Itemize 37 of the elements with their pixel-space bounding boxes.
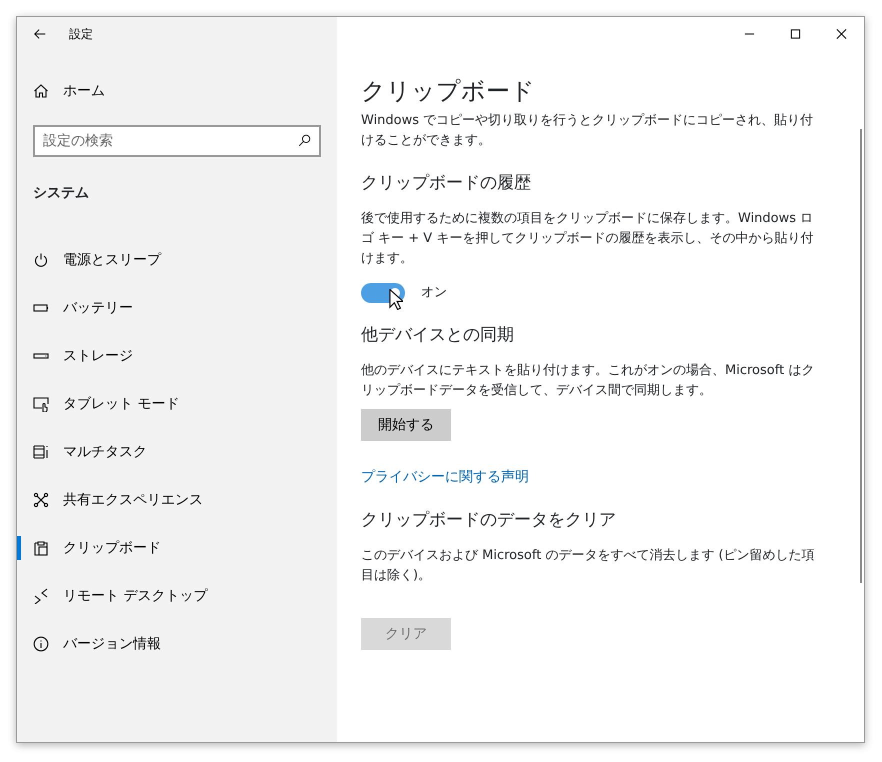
- tablet-icon: [33, 396, 49, 412]
- privacy-link[interactable]: プライバシーに関する声明: [361, 469, 529, 485]
- info-icon: [33, 636, 49, 652]
- toggle-label: オン: [421, 284, 447, 302]
- action-button[interactable]: 開始する: [361, 409, 451, 441]
- close-icon[interactable]: [836, 29, 846, 39]
- power-icon: [33, 252, 49, 268]
- description: 他のデバイスにテキストを貼り付けます。これがオンの場合、Microsoft はクリップボードデータを受信して、デバイス間で同期します。: [361, 362, 816, 400]
- search-icon: [298, 134, 311, 147]
- window-title: 設定: [69, 26, 93, 43]
- sidebar-item[interactable]: 電源とスリープ: [17, 236, 337, 284]
- back-icon[interactable]: [33, 27, 47, 41]
- sidebar-item[interactable]: ストレージ: [17, 332, 337, 380]
- cursor-icon: [389, 289, 403, 310]
- description: Windows でコピーや切り取りを行うとクリップボードにコピーされ、貼り付けることができます。: [361, 112, 814, 150]
- sidebar-item[interactable]: バッテリー: [17, 284, 337, 332]
- section-heading: システム: [33, 184, 90, 203]
- page-title: クリップボード: [361, 81, 536, 101]
- home-link[interactable]: ホーム: [63, 80, 105, 102]
- clipboard-icon: [33, 540, 49, 556]
- remote-icon: [33, 588, 49, 604]
- scrollbar[interactable]: [860, 129, 862, 583]
- sidebar-item[interactable]: リモート デスクトップ: [17, 572, 337, 620]
- sidebar-item[interactable]: マルチタスク: [17, 428, 337, 476]
- share-icon: [33, 492, 49, 508]
- section-heading: クリップボードの履歴: [361, 173, 532, 193]
- home-icon: [33, 83, 49, 99]
- sidebar-item[interactable]: タブレット モード: [17, 380, 337, 428]
- search-field[interactable]: 設定の検索: [33, 125, 321, 157]
- sidebar-item[interactable]: 共有エクスペリエンス: [17, 476, 337, 524]
- maximize-icon[interactable]: [790, 29, 800, 39]
- section-heading: クリップボードのデータをクリア: [361, 510, 617, 530]
- multitask-icon: [33, 444, 49, 460]
- description: このデバイスおよび Microsoft のデータをすべて消去します (ピン留めした項目は除く)。: [361, 547, 816, 585]
- description: 後で使用するために複数の項目をクリップボードに保存します。Windows ロゴ キー + V キーを押してクリップボードの履歴を表示し、その中から貼り付けます。: [361, 210, 814, 268]
- section-heading: 他デバイスとの同期: [361, 325, 515, 345]
- sidebar-item[interactable]: バージョン情報: [17, 620, 337, 668]
